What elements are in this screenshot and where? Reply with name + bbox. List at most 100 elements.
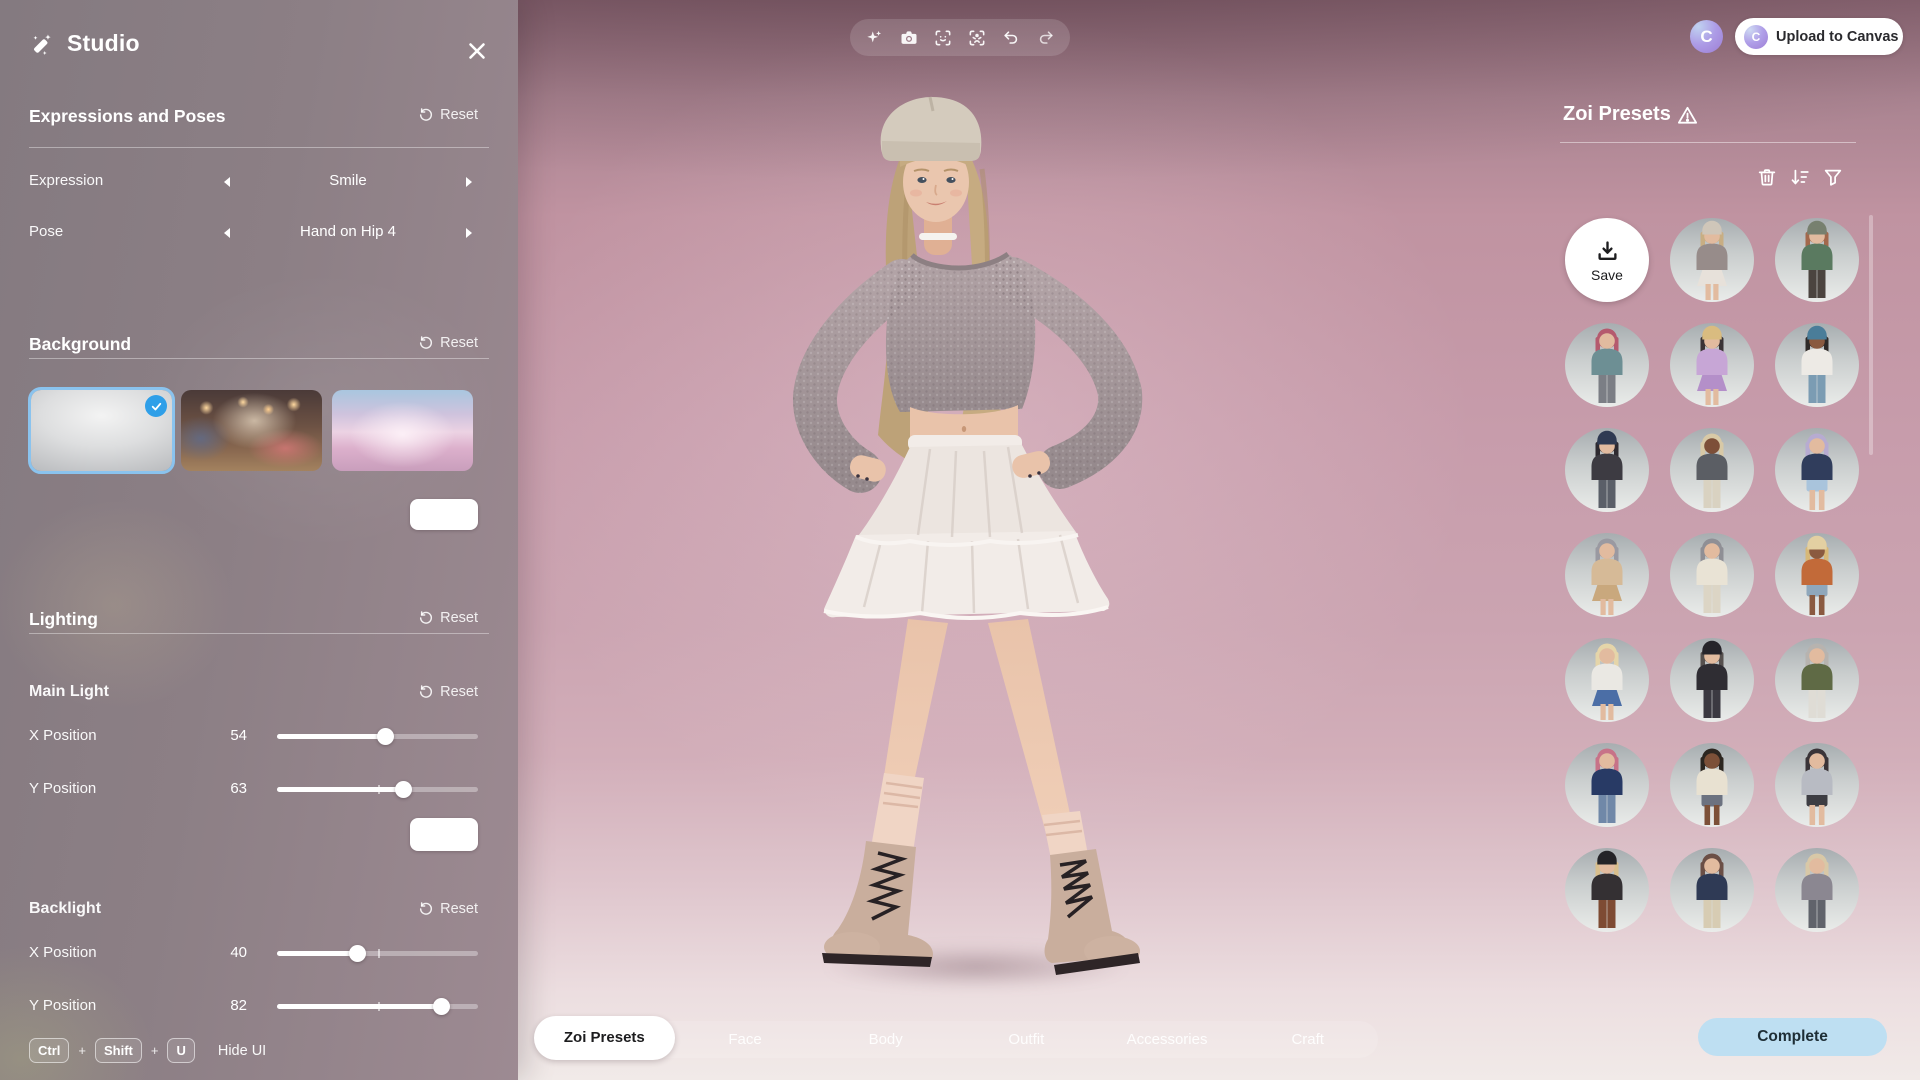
background-option-sky[interactable]: [332, 390, 473, 471]
upload-to-canvas-button[interactable]: C Upload to Canvas: [1735, 18, 1903, 55]
background-option-studio[interactable]: [31, 390, 172, 471]
category-tab-bar: Zoi Presets Face Body Outfit Accessories…: [534, 1021, 1378, 1058]
background-option-room[interactable]: [181, 390, 322, 471]
save-preset-button[interactable]: Save: [1565, 218, 1649, 302]
character-boots: [822, 841, 1140, 975]
character-studio-app: C C Upload to Canvas Studio Expressions …: [0, 0, 1920, 1080]
preset-avatar-5[interactable]: [1775, 323, 1859, 407]
tab-accessories[interactable]: Accessories: [1097, 1021, 1238, 1058]
redo-icon[interactable]: [1036, 28, 1056, 48]
warning-icon: [1676, 104, 1699, 127]
preset-avatar-7[interactable]: [1670, 428, 1754, 512]
preset-avatar-14[interactable]: [1775, 638, 1859, 722]
trash-icon[interactable]: [1756, 166, 1778, 188]
prev-pose-icon[interactable]: [220, 226, 234, 240]
presets-panel-title: Zoi Presets: [1563, 103, 1671, 126]
expression-value: Smile: [240, 172, 456, 189]
upload-button-label: Upload to Canvas: [1776, 29, 1898, 45]
backlight-x-slider[interactable]: [277, 951, 478, 956]
lighting-title: Lighting: [29, 609, 98, 630]
complete-button[interactable]: Complete: [1698, 1018, 1887, 1056]
preset-avatar-18[interactable]: [1565, 848, 1649, 932]
key-u: U: [167, 1038, 194, 1063]
preset-avatar-15[interactable]: [1565, 743, 1649, 827]
preset-avatar-6[interactable]: [1565, 428, 1649, 512]
backlight-x-value: 40: [180, 944, 247, 961]
main-light-x-label: X Position: [29, 727, 97, 744]
sort-icon[interactable]: [1789, 166, 1811, 188]
slider-default-mark: [378, 949, 380, 958]
sparkles-icon[interactable]: [864, 28, 884, 48]
studio-panel: Studio Expressions and Poses Reset Expre…: [0, 0, 518, 1080]
hide-ui-label[interactable]: Hide UI: [218, 1043, 266, 1059]
pose-row: Pose Hand on Hip 4: [0, 219, 518, 247]
main-light-color-swatch[interactable]: [410, 818, 478, 851]
preset-avatar-19[interactable]: [1670, 848, 1754, 932]
pose-value: Hand on Hip 4: [240, 223, 456, 240]
backlight-reset-button[interactable]: Reset: [418, 901, 478, 917]
tab-zoi-presets[interactable]: Zoi Presets: [534, 1016, 675, 1060]
main-light-reset-button[interactable]: Reset: [418, 684, 478, 700]
app-logo-badge[interactable]: C: [1690, 20, 1723, 53]
slider-thumb[interactable]: [349, 945, 366, 962]
presets-divider: [1560, 142, 1856, 143]
hide-ui-shortcut: Ctrl + Shift + U Hide UI: [29, 1038, 266, 1063]
undo-icon[interactable]: [1001, 28, 1021, 48]
preset-avatar-10[interactable]: [1670, 533, 1754, 617]
slider-thumb[interactable]: [377, 728, 394, 745]
viewport-toolbar: [850, 19, 1070, 56]
preset-avatar-11[interactable]: [1775, 533, 1859, 617]
next-pose-icon[interactable]: [462, 226, 476, 240]
backlight-y-slider[interactable]: [277, 1004, 478, 1009]
face-capture-icon[interactable]: [933, 28, 953, 48]
key-ctrl: Ctrl: [29, 1038, 69, 1063]
backlight-y-row: Y Position 82: [0, 993, 518, 1021]
character-choker: [919, 233, 957, 240]
background-title: Background: [29, 334, 131, 355]
prev-expression-icon[interactable]: [220, 175, 234, 189]
preset-avatar-17[interactable]: [1775, 743, 1859, 827]
slider-thumb[interactable]: [433, 998, 450, 1015]
preset-avatar-8[interactable]: [1775, 428, 1859, 512]
camera-icon[interactable]: [899, 28, 919, 48]
section-divider: [29, 147, 489, 148]
background-reset-button[interactable]: Reset: [418, 335, 478, 351]
filter-icon[interactable]: [1822, 166, 1844, 188]
main-light-y-slider[interactable]: [277, 787, 478, 792]
preset-avatar-4[interactable]: [1670, 323, 1754, 407]
backlight-x-row: X Position 40: [0, 940, 518, 968]
preset-avatar-16[interactable]: [1670, 743, 1754, 827]
slider-fill: [277, 734, 386, 739]
expressions-reset-button[interactable]: Reset: [418, 107, 478, 123]
preset-avatar-12[interactable]: [1565, 638, 1649, 722]
preset-avatar-3[interactable]: [1565, 323, 1649, 407]
preset-avatar-13[interactable]: [1670, 638, 1754, 722]
download-icon: [1594, 238, 1621, 265]
tab-craft[interactable]: Craft: [1237, 1021, 1378, 1058]
presets-scrollbar[interactable]: [1869, 215, 1873, 455]
reset-icon: [418, 610, 434, 626]
character-model[interactable]: [760, 85, 1160, 1005]
preset-avatar-9[interactable]: [1565, 533, 1649, 617]
reset-icon: [418, 901, 434, 917]
main-light-x-slider[interactable]: [277, 734, 478, 739]
main-light-y-label: Y Position: [29, 780, 96, 797]
presets-actions: [1756, 166, 1844, 188]
lighting-reset-button[interactable]: Reset: [418, 610, 478, 626]
preset-avatar-1[interactable]: [1670, 218, 1754, 302]
expression-label: Expression: [29, 172, 103, 189]
preset-avatar-20[interactable]: [1775, 848, 1859, 932]
next-expression-icon[interactable]: [462, 175, 476, 189]
main-light-title: Main Light: [29, 683, 109, 701]
tab-outfit[interactable]: Outfit: [956, 1021, 1097, 1058]
close-icon[interactable]: [464, 38, 490, 64]
background-color-swatch[interactable]: [410, 499, 478, 530]
reset-icon: [418, 684, 434, 700]
body-capture-icon[interactable]: [967, 28, 987, 48]
tab-body[interactable]: Body: [815, 1021, 956, 1058]
canvas-logo-icon: C: [1744, 25, 1768, 49]
preset-avatar-2[interactable]: [1775, 218, 1859, 302]
presets-grid: Save: [1565, 218, 1859, 932]
tab-face[interactable]: Face: [675, 1021, 816, 1058]
slider-thumb[interactable]: [395, 781, 412, 798]
